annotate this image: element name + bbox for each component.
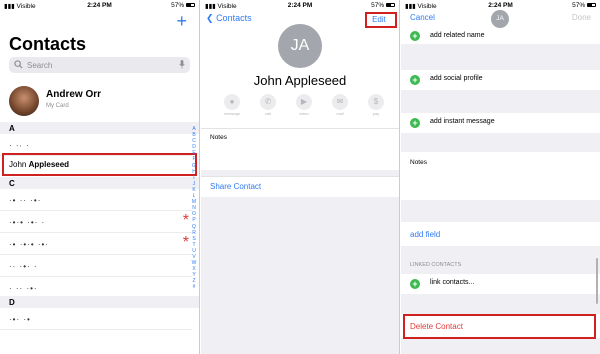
empty-background — [201, 197, 399, 354]
section-header-d: D — [0, 296, 199, 308]
message-icon: ● — [224, 94, 240, 110]
pay-button[interactable]: $ pay — [364, 94, 388, 116]
status-bar: ▮▮▮ Visible 2:24 PM 57% — [0, 0, 199, 10]
pay-icon: $ — [368, 94, 384, 110]
status-time: 2:24 PM — [287, 2, 313, 9]
mail-button[interactable]: ✉ mail — [328, 94, 352, 116]
search-icon — [14, 60, 23, 71]
chevron-left-icon: ❮ — [206, 13, 214, 23]
status-battery: 57% — [171, 2, 195, 9]
add-contact-button[interactable]: + — [176, 12, 187, 30]
highlight-box — [403, 314, 596, 339]
battery-icon — [587, 3, 596, 8]
highlight-box — [365, 12, 397, 28]
battery-icon — [186, 3, 195, 8]
edit-contact-screen: ▮▮▮ Visible 2:24 PM 57% Cancel JA Done +… — [401, 0, 600, 354]
status-time: 2:24 PM — [87, 2, 112, 9]
list-item[interactable]: ·• ·•·• ·•· — [0, 233, 192, 255]
list-item[interactable]: ·•· ·• — [0, 308, 192, 330]
call-button[interactable]: ✆ call — [256, 94, 280, 116]
video-button[interactable]: ▶ video — [292, 94, 316, 116]
asterisk-icon: * — [182, 212, 189, 229]
add-circle-icon: + — [410, 75, 420, 85]
contact-avatar[interactable]: JA — [491, 10, 509, 28]
status-battery: 57% — [572, 2, 596, 9]
back-label: Contacts — [216, 13, 252, 23]
add-field-button[interactable]: add field — [410, 230, 440, 239]
asterisk-icon: * — [182, 234, 189, 251]
highlight-box — [2, 153, 197, 176]
scrollbar[interactable] — [596, 258, 598, 304]
add-circle-icon: + — [410, 279, 420, 289]
microphone-icon[interactable] — [179, 60, 185, 71]
battery-icon — [386, 3, 395, 8]
add-circle-icon: + — [410, 31, 420, 41]
notes-label: Notes — [210, 134, 227, 141]
status-time: 2:24 PM — [488, 2, 513, 9]
list-item[interactable]: ·· ·•· · — [0, 255, 192, 277]
search-input[interactable]: Search — [9, 57, 190, 73]
add-instant-message-row[interactable]: + add instant message — [401, 113, 600, 133]
section-header-c: C — [0, 177, 199, 189]
cancel-button[interactable]: Cancel — [410, 13, 435, 22]
page-title: Contacts — [9, 34, 87, 54]
contact-name: John Appleseed — [253, 73, 347, 88]
link-contacts-row[interactable]: + link contacts... — [401, 274, 600, 294]
back-button[interactable]: ❮ Contacts — [206, 13, 252, 24]
index-letter[interactable]: # — [191, 284, 197, 290]
contact-avatar: JA — [278, 24, 322, 68]
done-button[interactable]: Done — [572, 13, 591, 22]
list-item[interactable]: ·• ·· ·•· — [0, 189, 192, 211]
add-social-profile-row[interactable]: + add social profile — [401, 70, 600, 90]
my-card-subtitle: My Card — [46, 103, 69, 109]
contact-detail-screen: ▮▮▮ Visible 2:24 PM 57% ❮ Contacts Edit … — [201, 0, 400, 354]
contact-actions: ● message ✆ call ▶ video ✉ mail $ pay — [220, 94, 390, 122]
search-placeholder: Search — [27, 61, 53, 70]
divider — [201, 176, 399, 177]
notes-field[interactable]: Notes — [401, 152, 600, 200]
divider — [201, 128, 399, 129]
add-circle-icon: + — [410, 118, 420, 128]
mail-icon: ✉ — [332, 94, 348, 110]
video-icon: ▶ — [296, 94, 312, 110]
my-card-name[interactable]: Andrew Orr — [46, 89, 101, 100]
status-bar: ▮▮▮ Visible 2:24 PM 57% — [201, 0, 399, 10]
section-header-a: A — [0, 122, 199, 134]
status-bar: ▮▮▮ Visible 2:24 PM 57% — [401, 0, 600, 10]
alphabet-index[interactable]: A B C D E F G H I J K L M N O P Q R S T U V W X Y Z # — [191, 126, 197, 291]
status-battery: 57% — [371, 2, 395, 9]
contacts-list-screen: ▮▮▮ Visible 2:24 PM 57% + Contacts Searc… — [0, 0, 200, 354]
linked-contacts-header: LINKED CONTACTS — [410, 262, 462, 268]
add-related-name-row[interactable]: + add related name — [401, 30, 600, 44]
share-contact-button[interactable]: Share Contact — [210, 182, 261, 191]
my-card-avatar[interactable] — [9, 86, 39, 116]
message-button[interactable]: ● message — [220, 94, 244, 116]
phone-icon: ✆ — [260, 94, 276, 110]
list-item[interactable]: ·•·• ·•· · — [0, 211, 192, 233]
